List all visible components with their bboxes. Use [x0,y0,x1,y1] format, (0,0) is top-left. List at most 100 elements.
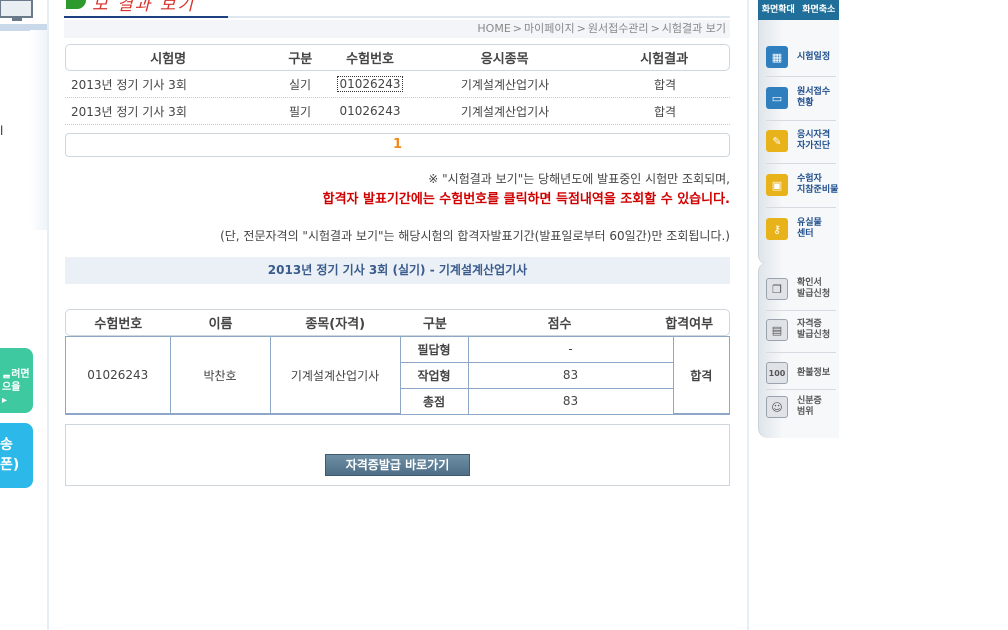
monitor-icon: ▭ [766,87,788,109]
exam-name: 2013년 정기 기사 3회 [71,77,187,92]
page-number-current[interactable]: 1 [393,137,402,152]
notice-text: (단, 전문자격의 "시험결과 보기"는 해당시험의 합격자발표기간(발표일로부… [220,229,730,243]
score-value: 83 [467,387,673,414]
sidebar-item-schedule[interactable]: ▦ 시험일정 [766,46,839,68]
left-strip: l ᆯ려면 으을 ▸ 송 폰) [0,0,48,630]
left-banner-line: 송 [0,437,13,453]
sidebar-item-eligibility[interactable]: ✎ 응시자격 자가진단 [766,130,839,152]
key-icon: ⚷ [766,218,788,240]
id-card-icon: ☺ [766,396,788,418]
sidebar-item-label: 유실물 [797,218,822,228]
left-banner-button[interactable]: 송 폰) [0,423,33,488]
sidebar-item-label: 자격증 [797,319,822,329]
certificate-issue-button[interactable]: 자격증발급 바로가기 [325,454,470,476]
sidebar-item-lost-found[interactable]: ⚷ 유실물 센터 [766,218,839,240]
chevron-right-icon: > [576,22,586,35]
zoom-controls: 화면확대 화면축소 [758,0,839,20]
score-type: 필답형 [399,337,469,363]
divider [766,120,836,121]
notice-text: ※ "시험결과 보기"는 당해년도에 발표중인 시험만 조회되며, [428,172,730,186]
detail-subject: 기계설계산업기사 [269,337,401,414]
exam-result: 합격 [653,77,677,92]
sidebar-item-label: 센터 [797,229,814,239]
sidebar-item-label: 자가진단 [797,141,831,151]
sidebar-item-id-scope[interactable]: ☺ 신분증 범위 [766,396,839,418]
sidebar-item-confirmation-request[interactable]: ❐ 확인서 발급신청 [766,278,839,300]
sidebar-item-certificate-request[interactable]: ▤ 자격증 발급신청 [766,319,839,341]
sidebar-item-label: 신분증 [797,396,822,406]
score-value: 83 [467,361,673,389]
column-header: 수험번호 [346,52,394,67]
divider [766,310,836,311]
exam-number-link[interactable]: 01026243 [330,104,410,118]
column-header: 응시종목 [480,52,529,67]
calendar-icon: ▦ [766,46,788,68]
detail-table: 01026243 박찬호 기계설계산업기사 필답형 - 합격 작업형 83 총점… [65,336,730,415]
money-icon: 100 [766,362,788,384]
document-check-icon: ✎ [766,130,788,152]
breadcrumb-current: 시험결과 보기 [661,22,726,35]
column-header: 이름 [208,317,233,332]
sidebar-item-label: 발급신청 [797,289,831,299]
left-banner-line: 폰) [0,457,20,473]
notice-highlight: 합격자 발표기간에는 수험번호를 클릭하면 득점내역을 조회할 수 있습니다. [322,192,730,207]
divider [766,352,836,353]
table-row: 2013년 정기 기사 3회 필기 01026243 기계설계산업기사 합격 [65,98,730,125]
chevron-right-icon: > [512,22,522,35]
sidebar-item-label: 현황 [797,98,814,108]
table-row: 2013년 정기 기사 3회 실기 01026243 기계설계산업기사 합격 [65,71,730,98]
divider [766,207,836,208]
breadcrumb-home[interactable]: HOME [477,22,510,35]
sidebar-item-label: 원서접수 [797,87,831,97]
left-banner-line: ▸ [2,395,8,406]
sidebar-item-refund[interactable]: 100 환불정보 [766,362,839,384]
page: l ᆯ려면 으을 ▸ 송 폰) 모 결과 보기 HOME > 마이페이지 > 원서접수관… [0,0,1008,630]
divider [747,0,749,630]
button-container: 자격증발급 바로가기 [65,424,730,486]
left-mark: l [0,124,4,138]
sidebar-item-application-status[interactable]: ▭ 원서접수 현황 [766,87,839,109]
score-value: - [467,337,674,363]
results-table: 시험명 구분 수험번호 응시종목 시험결과 2013년 정기 기사 3회 실기 … [65,44,730,125]
divider [64,16,228,18]
divider [766,389,836,390]
sidebar-item-label: 지참준비물 [797,185,839,195]
left-banner-button[interactable]: ᆯ려면 으을 ▸ [0,348,33,413]
exam-number-link[interactable]: 01026243 [337,76,403,92]
divider [47,0,49,630]
sidebar-item-label: 범위 [797,407,814,417]
table-header: 시험명 구분 수험번호 응시종목 시험결과 [65,44,730,71]
detail-number: 01026243 [66,337,171,414]
exam-type: 실기 [288,77,312,92]
breadcrumb-item[interactable]: 마이페이지 [524,22,575,35]
exam-subject: 기계설계산업기사 [460,104,550,119]
leaf-icon [66,0,86,9]
breadcrumb-item[interactable]: 원서접수관리 [588,22,649,35]
monitor-icon [0,0,33,21]
exam-result: 합격 [653,104,677,119]
column-header: 합격여부 [665,317,714,332]
column-header: 점수 [547,317,572,332]
page-banner-title: 모 결과 보기 [92,0,196,15]
divider [766,76,836,77]
zoom-out-button[interactable]: 화면축소 [799,0,840,20]
sidebar-item-supplies[interactable]: ▣ 수험자 지참준비물 [766,174,839,196]
bag-icon: ▣ [766,174,788,196]
left-fade [30,30,48,230]
score-type: 작업형 [400,361,469,389]
column-header: 시험명 [150,52,187,67]
exam-name: 2013년 정기 기사 3회 [71,104,187,119]
divider [766,163,836,164]
sidebar-item-label: 확인서 [797,278,822,288]
breadcrumb: HOME > 마이페이지 > 원서접수관리 > 시험결과 보기 [64,20,730,38]
column-header: 종목(자격) [305,317,366,332]
chevron-right-icon: > [650,22,660,35]
sidebar-item-label: 발급신청 [797,330,831,340]
column-header: 시험결과 [640,52,689,67]
certificate-icon: ▤ [766,319,788,341]
zoom-in-button[interactable]: 화면확대 [758,0,799,20]
pass-status: 합격 [672,337,729,414]
column-header: 구분 [288,52,313,67]
exam-number-cell: 01026243 [330,76,410,92]
left-banner-line: ᆯ려면 [2,369,30,380]
